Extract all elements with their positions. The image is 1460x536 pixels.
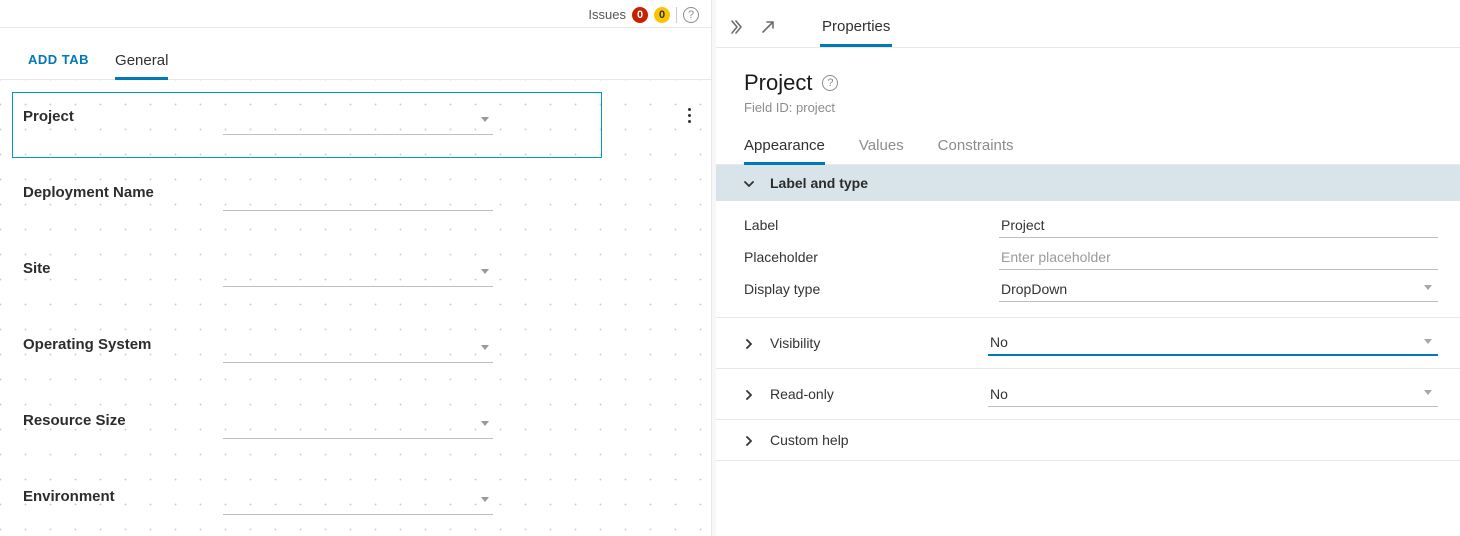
properties-heading-text: Project [744,70,812,96]
design-grid[interactable]: Project Deployment Name Site [0,80,711,536]
field-control-dropdown[interactable] [223,263,493,287]
field-label: Project [23,108,223,143]
field-label: Site [23,260,223,295]
readonly-select[interactable]: No [988,381,1438,407]
field-control-dropdown[interactable] [223,491,493,515]
display-type-key: Display type [744,281,999,297]
collapse-icon[interactable] [728,19,744,35]
chevron-right-icon [744,436,754,446]
properties-tab[interactable]: Properties [820,6,892,47]
canvas-tab-row: ADD TAB General [0,28,711,80]
field-id-label: Field ID: project [716,96,1460,115]
field-site[interactable]: Site [12,244,699,310]
section-title: Visibility [770,335,820,351]
section-label-and-type-header[interactable]: Label and type [716,165,1460,201]
issues-label: Issues [588,7,626,22]
field-project[interactable]: Project [12,92,699,158]
field-label: Environment [23,488,223,523]
form-designer-canvas: Issues 0 0 ? ADD TAB General Project Dep… [0,0,712,536]
field-label: Resource Size [23,412,223,447]
kebab-icon[interactable] [688,108,691,123]
properties-heading: Project ? [716,70,1460,96]
visibility-select[interactable]: No [988,330,1438,356]
tab-general[interactable]: General [115,52,168,79]
chevron-down-icon [744,179,754,189]
help-icon[interactable]: ? [683,7,699,23]
expand-icon[interactable] [760,19,776,35]
placeholder-key: Placeholder [744,249,999,265]
subtab-constraints[interactable]: Constraints [938,137,1014,164]
section-title: Custom help [770,432,849,448]
field-deployment-name[interactable]: Deployment Name [12,168,699,234]
field-control-dropdown[interactable] [223,339,493,363]
section-label-and-type-body: Label Placeholder Display type DropDown [716,201,1460,317]
field-control-text[interactable] [223,187,493,211]
section-title: Read-only [770,386,834,402]
label-key: Label [744,217,999,233]
field-resource-size[interactable]: Resource Size [12,396,699,462]
help-icon[interactable]: ? [822,75,838,91]
display-type-select[interactable]: DropDown [999,276,1438,302]
properties-subtabs: Appearance Values Constraints [716,115,1460,165]
field-operating-system[interactable]: Operating System [12,320,699,386]
chevron-right-icon [744,390,754,400]
properties-panel: Properties Project ? Field ID: project A… [712,0,1460,536]
section-title: Label and type [770,175,868,191]
section-custom-help[interactable]: Custom help [716,419,1460,461]
placeholder-input[interactable] [999,244,1438,270]
field-label: Deployment Name [23,184,223,219]
warning-count-badge[interactable]: 0 [654,7,670,23]
field-control-dropdown[interactable] [223,111,493,135]
properties-body: Project ? Field ID: project Appearance V… [716,48,1460,536]
canvas-topbar: Issues 0 0 ? [0,0,711,28]
separator [676,7,677,23]
chevron-right-icon [744,339,754,349]
add-tab-button[interactable]: ADD TAB [28,52,89,79]
section-readonly[interactable]: Read-only No [716,368,1460,419]
section-visibility[interactable]: Visibility No [716,317,1460,368]
field-control-dropdown[interactable] [223,415,493,439]
field-environment[interactable]: Environment [12,472,699,536]
properties-topbar: Properties [716,0,1460,48]
subtab-appearance[interactable]: Appearance [744,137,825,164]
error-count-badge[interactable]: 0 [632,7,648,23]
field-label: Operating System [23,336,223,371]
label-input[interactable] [999,212,1438,238]
subtab-values[interactable]: Values [859,137,904,164]
